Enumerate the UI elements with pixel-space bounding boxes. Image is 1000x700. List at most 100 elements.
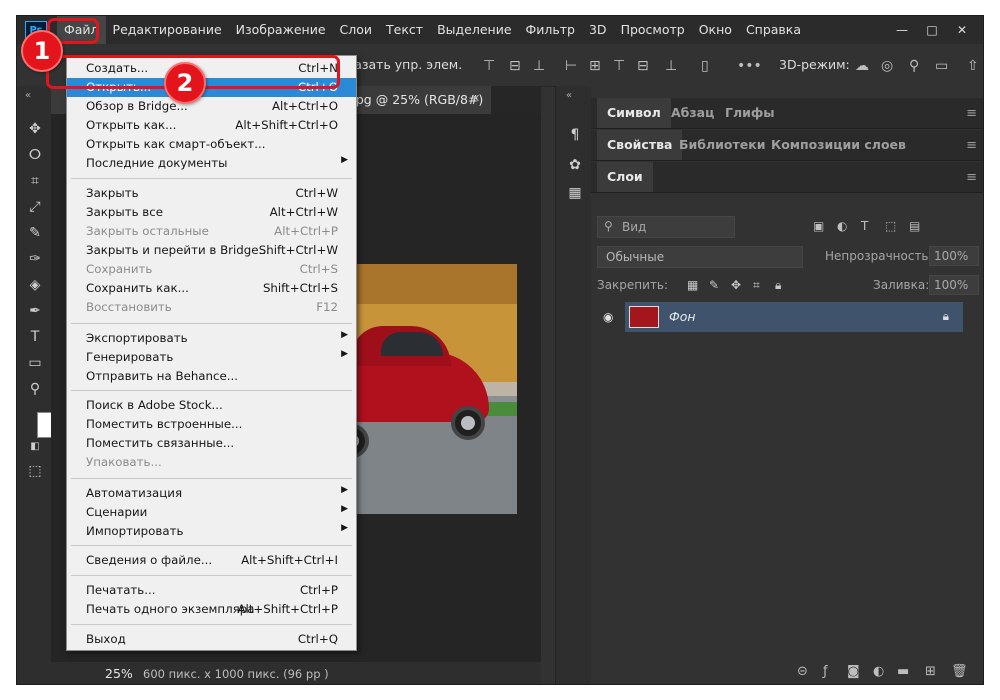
maximize-icon[interactable]: □ [917,23,947,37]
adjustment-layer-icon[interactable]: ◐ [873,664,884,679]
layer-background[interactable]: Фон 🔒︎ [625,302,963,332]
file-menu-item[interactable]: Закрыть Ctrl+W [67,184,356,203]
file-menu-item[interactable]: Открыть как... Alt+Shift+Ctrl+O [67,116,356,135]
color-panel-icon[interactable]: ✿ [566,156,584,174]
file-menu-item[interactable]: Поместить связанные... [67,434,356,453]
paint-bucket-tool-icon[interactable]: ◈ [26,276,44,294]
layer-row[interactable]: ◉ Фон 🔒︎ [591,302,983,332]
orbit-3d-icon[interactable]: ☁ [855,58,869,74]
swatches-panel-icon[interactable]: ▦ [566,184,584,202]
new-layer-icon[interactable]: ⊞ [925,664,936,679]
eyedropper-tool-icon[interactable]: ⤢ [26,198,44,216]
tab-libraries[interactable]: Библиотеки [669,130,775,160]
lock-image-icon[interactable]: ✎ [709,278,719,292]
file-menu-item[interactable]: Автоматизация ▶ [67,484,356,503]
file-menu-item[interactable]: Поиск в Adobe Stock... [67,396,356,415]
file-menu-item[interactable]: Обзор в Bridge... Alt+Ctrl+O [67,97,356,116]
align-hcenter-icon[interactable]: ⊞ [589,58,601,74]
lasso-tool-icon[interactable]: ⵔ [26,146,44,164]
file-menu-item[interactable]: Генерировать ▶ [67,348,356,367]
distribute-left-icon[interactable]: ▯ [701,58,709,74]
menu-select[interactable]: Выделение [430,16,518,44]
align-top-icon[interactable]: ⊤ [483,58,495,74]
zoom-tool-icon[interactable]: ⚲ [26,380,44,398]
brush-tool-icon[interactable]: ✎ [26,224,44,242]
link-layers-icon[interactable]: ⊝ [797,664,808,679]
menu-filter[interactable]: Фильтр [519,16,582,44]
file-menu-item[interactable]: Отправить на Behance... [67,367,356,386]
layer-lock-icon[interactable]: 🔒︎ [943,309,949,324]
menu-layers[interactable]: Слои [333,16,380,44]
filter-type-icon[interactable]: T [861,219,868,233]
share-icon[interactable]: ⇧ [967,58,979,74]
tab-layers[interactable]: Слои [597,162,653,192]
fill-input[interactable]: 100% [929,275,979,295]
file-menu-item[interactable]: Экспортировать ▶ [67,329,356,348]
layer-filter-search[interactable]: ⚲ Вид [597,216,735,238]
swap-colors-icon[interactable]: ◧ [26,438,44,456]
lock-artboard-icon[interactable]: ⌗ [753,278,760,293]
roll-3d-icon[interactable]: ◎ [881,58,893,74]
crop-tool-icon[interactable]: ⌗ [26,172,44,190]
file-menu-item[interactable]: Сценарии ▶ [67,503,356,522]
collapse-panels-icon[interactable]: « [566,90,572,101]
stamp-tool-icon[interactable]: ✑ [26,250,44,268]
file-menu-item[interactable]: Печатать... Ctrl+P [67,581,356,600]
align-vcenter-icon[interactable]: ⊟ [509,58,521,74]
align-bottom-icon[interactable]: ⊥ [533,58,545,74]
file-menu-item[interactable]: Закрыть все Alt+Ctrl+W [67,203,356,222]
lock-all-icon[interactable]: 🔒︎ [775,278,781,293]
collapse-toolbar-icon[interactable]: « [25,90,31,101]
menu-3d[interactable]: 3D [582,16,614,44]
delete-layer-icon[interactable]: 🗑︎ [951,664,968,679]
file-menu-item[interactable]: Сохранить как... Shift+Ctrl+S [67,279,356,298]
distribute-bottom-icon[interactable]: ⊥ [665,58,677,74]
opacity-input[interactable]: 100% [929,246,979,266]
align-left-icon[interactable]: ⊢ [565,58,577,74]
distribute-vcenter-icon[interactable]: ⊟ [637,58,649,74]
new-group-icon[interactable]: ▬ [897,664,909,679]
close-window-icon[interactable]: ✕ [947,23,977,37]
distribute-top-icon[interactable]: ⊤ [613,58,625,74]
move-tool-icon[interactable]: ✥ [26,120,44,138]
panel-menu-icon[interactable]: ≡ [966,138,977,153]
tab-layer-comps[interactable]: Композиции слоев [761,130,916,160]
lock-transparent-icon[interactable]: ▦ [687,278,698,292]
more-options-icon[interactable]: ••• [737,58,762,74]
menu-view[interactable]: Просмотр [614,16,692,44]
pen-tool-icon[interactable]: ✒ [26,302,44,320]
file-menu-item[interactable]: Поместить встроенные... [67,415,356,434]
tab-glyphs[interactable]: Глифы [715,98,785,128]
file-menu-item[interactable]: Последние документы ▶ [67,154,356,173]
add-mask-icon[interactable]: ◙ [847,664,860,679]
panel-menu-icon[interactable]: ≡ [966,106,977,121]
menu-help[interactable]: Справка [739,16,808,44]
file-menu-item[interactable]: Открыть как смарт-объект... [67,135,356,154]
file-menu-item[interactable]: Сведения о файле... Alt+Shift+Ctrl+I [67,551,356,570]
blend-mode-select[interactable]: Обычные [597,246,803,268]
shape-tool-icon[interactable]: ▭ [26,354,44,372]
panel-menu-icon[interactable]: ≡ [966,170,977,185]
zoom-level[interactable]: 25% [105,666,133,681]
file-menu-item[interactable]: Выход Ctrl+Q [67,630,356,649]
character-panel-icon[interactable]: ¶ [566,126,584,144]
layer-style-icon[interactable]: ƒ [823,664,828,679]
menu-image[interactable]: Изображение [229,16,333,44]
menu-window[interactable]: Окно [692,16,739,44]
minimize-icon[interactable]: — [887,23,917,37]
show-transform-controls-label[interactable]: оказать упр. элем. [339,57,462,72]
workspace-icon[interactable]: ▭ [935,58,948,74]
visibility-eye-icon[interactable]: ◉ [603,310,613,324]
file-menu-item[interactable]: Закрыть и перейти в Bridge... Shift+Ctrl+… [67,241,356,260]
filter-pixel-icon[interactable]: ▣ [813,219,824,233]
lock-position-icon[interactable]: ✥ [731,278,741,292]
file-menu-item[interactable]: Импортировать ▶ [67,522,356,541]
search-icon[interactable]: ⚲ [909,58,919,74]
tab-character[interactable]: Символ [597,98,671,128]
menu-edit[interactable]: Редактирование [106,16,229,44]
menu-type[interactable]: Текст [379,16,430,44]
close-document-icon[interactable]: ✕ [471,92,480,105]
quick-mask-icon[interactable]: ⬚ [26,462,44,480]
filter-adjustment-icon[interactable]: ◐ [837,219,847,233]
file-menu-item[interactable]: Печать одного экземпляра Alt+Shift+Ctrl+P [67,600,356,619]
